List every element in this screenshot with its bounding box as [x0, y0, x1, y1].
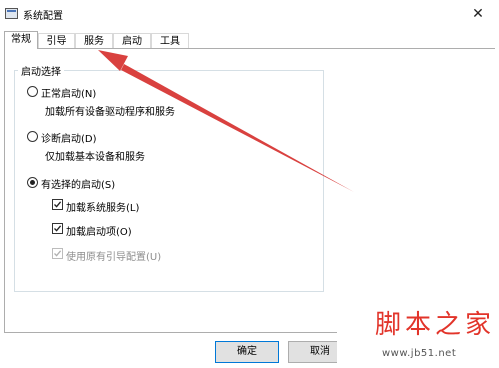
watermark: 脚本之家 www.jb51.net — [337, 296, 499, 368]
tab-general[interactable]: 常规 — [4, 31, 38, 49]
watermark-url: www.jb51.net — [382, 348, 457, 359]
watermark-title: 脚本之家 — [375, 310, 496, 340]
